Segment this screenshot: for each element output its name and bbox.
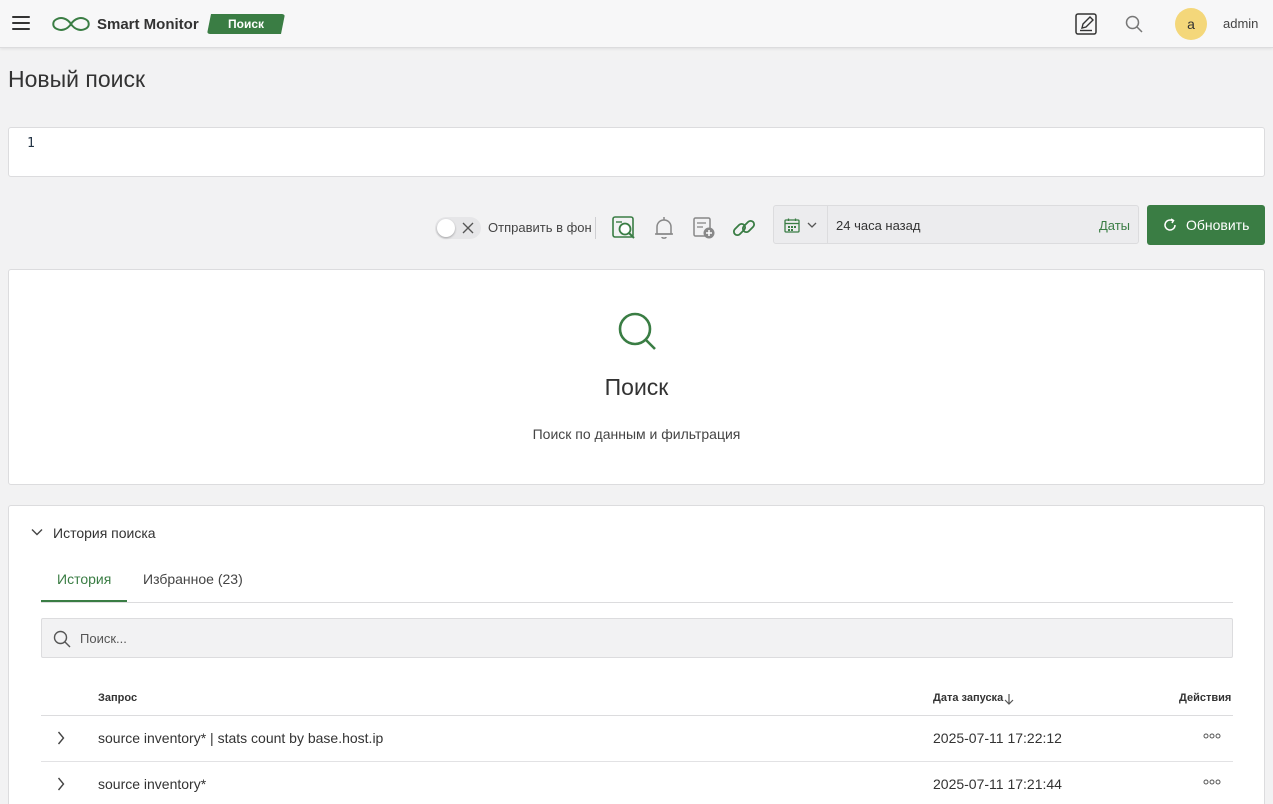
refresh-icon <box>1164 218 1176 231</box>
section-badge: Поиск <box>207 14 285 34</box>
more-actions-icon[interactable] <box>1203 733 1221 739</box>
refresh-label: Обновить <box>1186 217 1250 233</box>
page-title: Новый поиск <box>8 66 146 92</box>
table-row[interactable]: source inventory* | stats count by base.… <box>41 716 1233 762</box>
search-report-icon[interactable] <box>610 214 638 242</box>
menu-icon[interactable] <box>12 16 30 30</box>
active-tab-indicator <box>41 600 127 602</box>
username[interactable]: admin <box>1223 16 1258 31</box>
calendar-icon <box>784 218 800 233</box>
toggle-knob <box>437 219 455 237</box>
search-history-title: История поиска <box>53 525 156 541</box>
column-header-query[interactable]: Запрос <box>98 692 137 704</box>
chevron-right-icon[interactable] <box>57 731 65 745</box>
background-toggle[interactable] <box>435 217 481 239</box>
add-to-dashboard-icon[interactable] <box>690 214 718 242</box>
bell-icon[interactable] <box>650 214 678 242</box>
search-history-panel: История поиска История Избранное (23) За… <box>8 505 1265 804</box>
link-icon[interactable] <box>730 214 758 242</box>
empty-state-subtitle: Поиск по данным и фильтрация <box>532 426 741 442</box>
time-range-picker[interactable]: 24 часа назад Даты <box>773 205 1139 244</box>
history-search-box[interactable] <box>41 618 1233 658</box>
chevron-down-icon <box>31 529 43 536</box>
more-actions-icon[interactable] <box>1203 779 1221 785</box>
history-tabs: История Избранное (23) <box>41 563 1233 603</box>
tab-history[interactable]: История <box>57 571 111 587</box>
table-row[interactable]: source inventory* 2025-07-11 17:21:44 <box>41 762 1233 804</box>
close-icon <box>462 222 474 234</box>
search-icon <box>618 312 656 350</box>
row-date: 2025-07-11 17:22:12 <box>933 730 1062 746</box>
chevron-right-icon[interactable] <box>57 777 65 791</box>
refresh-button[interactable]: Обновить <box>1147 205 1265 245</box>
column-header-date-label: Дата запуска <box>933 692 1004 704</box>
avatar[interactable]: a <box>1175 8 1207 40</box>
row-query[interactable]: source inventory* <box>98 776 206 792</box>
app-name[interactable]: Smart Monitor <box>97 16 199 33</box>
empty-state-title: Поиск <box>604 374 669 400</box>
arrow-down-icon <box>1004 694 1014 705</box>
tab-favorites[interactable]: Избранное (23) <box>143 571 243 587</box>
column-header-actions: Действия <box>1179 692 1232 704</box>
time-range-value[interactable]: 24 часа назад <box>836 218 920 233</box>
line-number: 1 <box>27 136 35 151</box>
divider <box>595 217 596 239</box>
results-panel: Поиск Поиск по данным и фильтрация <box>8 269 1265 485</box>
search-icon[interactable] <box>1124 14 1144 34</box>
history-search-input[interactable] <box>80 627 1180 649</box>
row-date: 2025-07-11 17:21:44 <box>933 776 1062 792</box>
background-toggle-label[interactable]: Отправить в фон <box>488 220 592 235</box>
row-query[interactable]: source inventory* | stats count by base.… <box>98 730 383 746</box>
chevron-down-icon <box>807 222 817 228</box>
top-bar: Smart Monitor Поиск a admin <box>0 0 1273 48</box>
column-header-date[interactable]: Дата запуска <box>933 692 1014 705</box>
query-editor[interactable]: 1 <box>8 127 1265 177</box>
edit-icon[interactable] <box>1074 12 1098 36</box>
dates-link[interactable]: Даты <box>1099 218 1130 233</box>
logo-infinity-icon[interactable] <box>50 15 92 33</box>
search-icon <box>53 630 71 648</box>
calendar-dropdown[interactable] <box>774 206 828 243</box>
